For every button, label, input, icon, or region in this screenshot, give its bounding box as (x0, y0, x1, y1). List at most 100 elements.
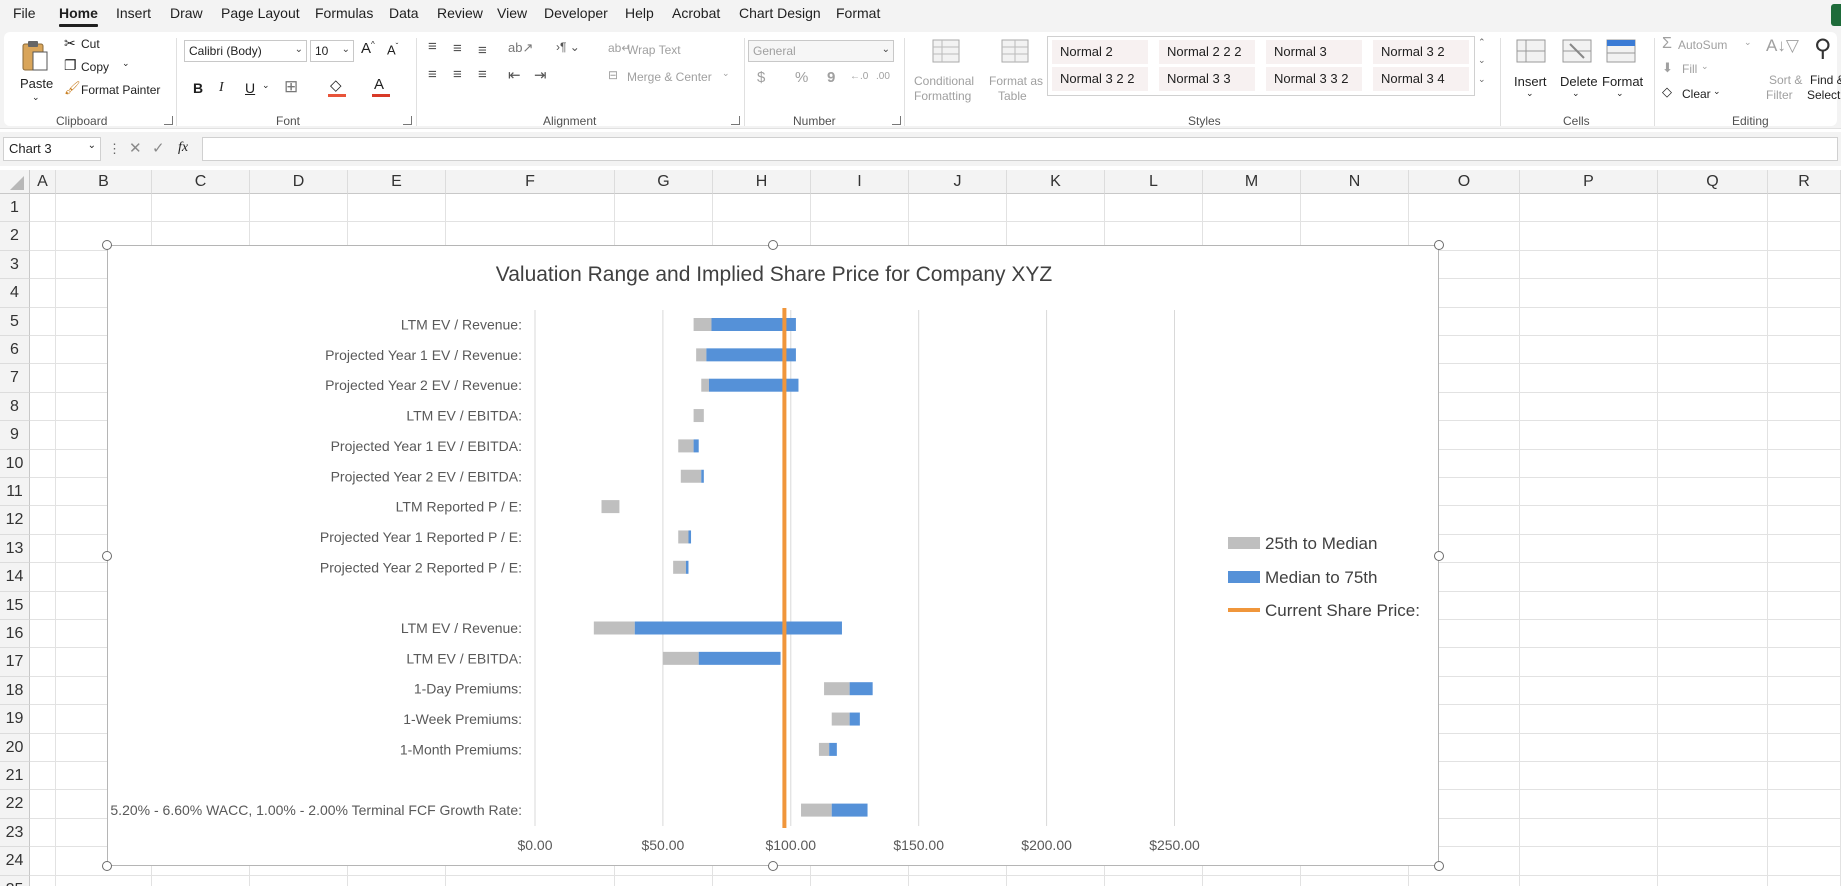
autosum-icon[interactable]: Σ (1662, 35, 1672, 53)
fill-color-icon[interactable]: ◇ (330, 76, 342, 94)
sort-filter-line2[interactable]: Filter (1766, 88, 1793, 102)
resize-handle[interactable] (102, 861, 112, 871)
copy-button[interactable]: Copy (81, 60, 109, 74)
column-header-B[interactable]: B (56, 170, 152, 194)
menu-tab-page-layout[interactable]: Page Layout (221, 5, 300, 21)
row-header-5[interactable]: 5 (0, 307, 30, 336)
decrease-indent-icon[interactable]: ⇤ (508, 66, 521, 84)
column-header-I[interactable]: I (811, 170, 909, 194)
number-launcher-icon[interactable] (892, 116, 901, 125)
column-header-N[interactable]: N (1301, 170, 1409, 194)
align-right-icon[interactable]: ≡ (478, 66, 487, 83)
format-dropdown-icon[interactable]: ⌄ (1616, 88, 1624, 99)
sort-filter-line1[interactable]: Sort & (1769, 73, 1802, 87)
row-header-19[interactable]: 19 (0, 705, 30, 734)
row-header-25[interactable]: 25 (0, 875, 30, 886)
delete-cells-icon[interactable] (1560, 37, 1594, 65)
row-header-9[interactable]: 9 (0, 421, 30, 450)
merge-dropdown-icon[interactable]: ⌄ (722, 68, 730, 79)
column-header-L[interactable]: L (1105, 170, 1203, 194)
cut-icon[interactable]: ✂ (64, 35, 76, 52)
column-header-F[interactable]: F (446, 170, 615, 194)
underline-dropdown-icon[interactable]: ⌄ (262, 80, 270, 91)
insert-dropdown-icon[interactable]: ⌄ (1526, 88, 1534, 99)
row-header-7[interactable]: 7 (0, 364, 30, 393)
clear-dropdown-icon[interactable]: ⌄ (1713, 86, 1721, 97)
font-family-select[interactable]: Calibri (Body) ⌄ (184, 40, 307, 62)
find-select-line1[interactable]: Find & (1810, 73, 1841, 87)
row-header-2[interactable]: 2 (0, 222, 30, 251)
insert-button[interactable]: Insert (1514, 74, 1547, 89)
orientation-icon[interactable]: ab↗ (508, 40, 533, 56)
clear-button[interactable]: Clear (1682, 87, 1711, 101)
column-header-O[interactable]: O (1409, 170, 1520, 194)
paste-icon[interactable] (18, 38, 52, 74)
font-color-icon[interactable]: A (374, 76, 384, 93)
insert-function-button[interactable]: fx (178, 140, 188, 156)
increase-decimal-icon[interactable]: ←.0 (850, 71, 868, 82)
style-normal-3-3-2[interactable]: Normal 3 3 2 (1266, 67, 1362, 91)
style-normal-3[interactable]: Normal 3 (1266, 40, 1362, 64)
column-header-Q[interactable]: Q (1658, 170, 1768, 194)
style-normal-3-2[interactable]: Normal 3 2 (1373, 40, 1469, 64)
row-header-1[interactable]: 1 (0, 194, 30, 223)
row-header-8[interactable]: 8 (0, 392, 30, 422)
select-all-corner[interactable] (0, 170, 30, 194)
decrease-decimal-icon[interactable]: .00 (876, 71, 890, 82)
clipboard-launcher-icon[interactable] (164, 116, 173, 125)
column-header-A[interactable]: A (30, 170, 56, 194)
resize-handle[interactable] (1434, 240, 1444, 250)
font-size-select[interactable]: 10 ⌄ (310, 40, 354, 62)
row-header-14[interactable]: 14 (0, 563, 30, 592)
row-header-10[interactable]: 10 (0, 449, 30, 478)
conditional-formatting-line1[interactable]: Conditional (914, 74, 974, 88)
style-normal-3-4[interactable]: Normal 3 4 (1373, 67, 1469, 91)
menu-tab-chart-design[interactable]: Chart Design (739, 5, 821, 21)
menu-tab-help[interactable]: Help (625, 5, 654, 21)
row-header-17[interactable]: 17 (0, 648, 30, 677)
alignment-launcher-icon[interactable] (731, 116, 740, 125)
menu-tab-file[interactable]: File (13, 5, 36, 21)
merge-center-icon[interactable]: ⊟ (608, 68, 618, 82)
row-header-22[interactable]: 22 (0, 790, 30, 819)
menu-tab-format[interactable]: Format (836, 5, 880, 21)
row-header-21[interactable]: 21 (0, 762, 30, 791)
row-header-18[interactable]: 18 (0, 676, 30, 706)
conditional-formatting-line2[interactable]: Formatting (914, 89, 971, 103)
resize-handle[interactable] (102, 240, 112, 250)
column-header-R[interactable]: R (1768, 170, 1841, 194)
formula-input[interactable] (202, 137, 1838, 161)
row-header-11[interactable]: 11 (0, 478, 30, 507)
fill-icon[interactable]: ⬇ (1662, 60, 1673, 76)
row-header-15[interactable]: 15 (0, 591, 30, 620)
format-as-table-icon[interactable] (1000, 38, 1030, 64)
column-header-E[interactable]: E (348, 170, 446, 194)
style-normal-3-3[interactable]: Normal 3 3 (1159, 67, 1255, 91)
name-box[interactable]: Chart 3 ⌄ (3, 137, 101, 161)
column-header-G[interactable]: G (615, 170, 713, 194)
format-painter-icon[interactable]: 🖌 (64, 80, 81, 96)
enter-icon[interactable]: ✓ (152, 139, 165, 157)
autosum-dropdown-icon[interactable]: ⌄ (1744, 37, 1752, 48)
menu-tab-acrobat[interactable]: Acrobat (672, 5, 720, 21)
align-center-icon[interactable]: ≡ (453, 66, 462, 83)
bold-button[interactable]: B (193, 80, 203, 96)
merge-center-button[interactable]: Merge & Center (627, 70, 712, 84)
style-normal-2[interactable]: Normal 2 (1052, 40, 1148, 64)
delete-button[interactable]: Delete (1560, 74, 1598, 89)
menu-tab-data[interactable]: Data (389, 5, 419, 21)
align-left-icon[interactable]: ≡ (428, 66, 437, 83)
fill-button[interactable]: Fill (1682, 62, 1697, 76)
row-header-23[interactable]: 23 (0, 818, 30, 848)
chart-object[interactable]: Valuation Range and Implied Share Price … (102, 240, 1444, 871)
number-format-select[interactable]: General ⌄ (748, 40, 894, 62)
comma-button[interactable]: 9 (827, 69, 835, 86)
more-options-icon[interactable]: ⋮ (108, 141, 121, 157)
resize-handle[interactable] (768, 240, 778, 250)
column-header-H[interactable]: H (713, 170, 811, 194)
cancel-icon[interactable]: ✕ (129, 139, 142, 157)
menu-tab-insert[interactable]: Insert (116, 5, 151, 21)
autosum-button[interactable]: AutoSum (1678, 38, 1727, 52)
insert-cells-icon[interactable] (1514, 37, 1548, 65)
find-select-icon[interactable]: ⚲ (1814, 34, 1832, 63)
